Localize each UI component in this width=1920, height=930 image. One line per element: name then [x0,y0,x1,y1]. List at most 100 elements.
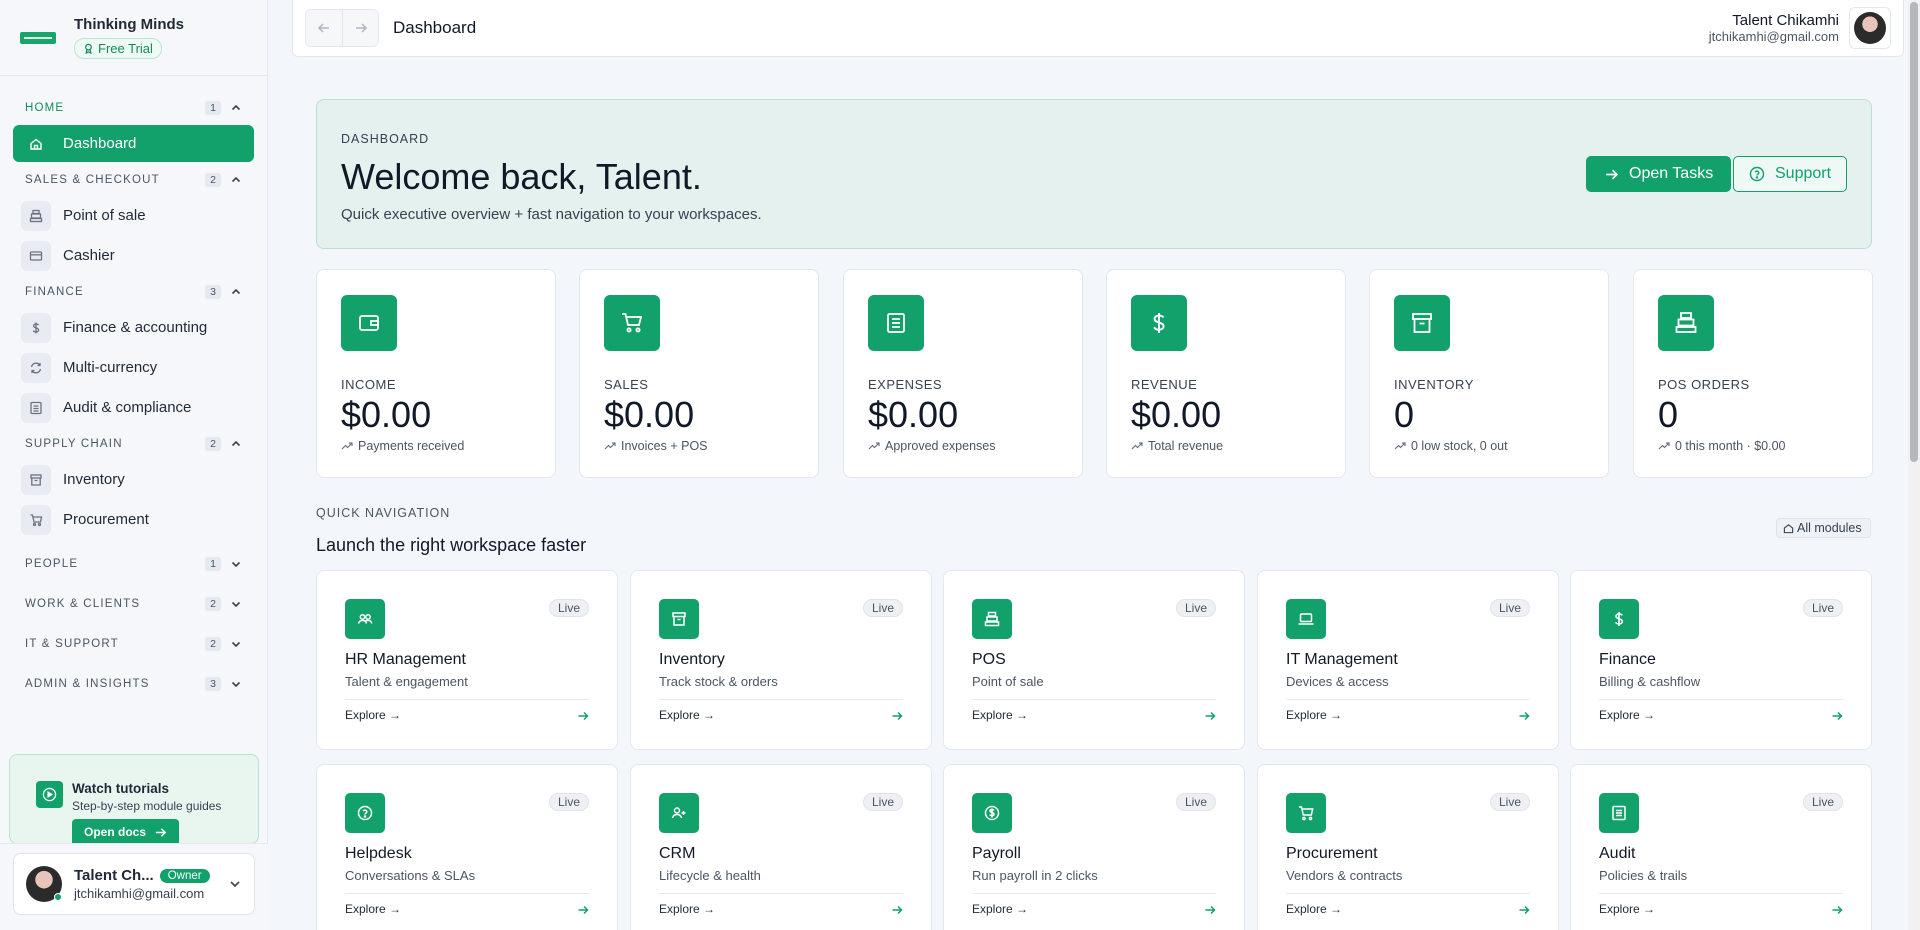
sidebar-item-procurement[interactable]: Procurement [13,501,254,538]
forward-button[interactable] [342,10,378,46]
module-card-payroll[interactable]: Live Payroll Run payroll in 2 clicks Exp… [943,764,1245,930]
nav-group-it-support[interactable]: IT & SUPPORT 2 [13,630,254,658]
scrollbar-thumb[interactable] [1910,2,1918,462]
arrow-right-icon[interactable] [1831,904,1843,916]
module-card-pos[interactable]: Live POS Point of sale Explore → [943,570,1245,750]
register-icon [21,200,51,231]
module-card-inventory[interactable]: Live Inventory Track stock & orders Expl… [630,570,932,750]
module-card-it-management[interactable]: Live IT Management Devices & access Expl… [1257,570,1559,750]
explore-link[interactable]: Explore → [972,708,1028,722]
explore-link[interactable]: Explore → [659,708,715,722]
module-card-crm[interactable]: Live CRM Lifecycle & health Explore → [630,764,932,930]
chevron-up-icon [230,286,242,298]
explore-link[interactable]: Explore → [345,708,401,722]
stat-note: 0 this month · $0.00 [1658,439,1785,453]
explore-link[interactable]: Explore → [1599,902,1655,916]
arrow-right-icon[interactable] [577,904,589,916]
sidebar-item-inventory[interactable]: Inventory [13,461,254,498]
stat-note: 0 low stock, 0 out [1394,439,1508,453]
nav-group-home[interactable]: HOME 1 [13,94,254,122]
sidebar-item-dashboard[interactable]: Dashboard [13,125,254,162]
back-button[interactable] [306,10,342,46]
home-icon [1783,523,1794,534]
divider [659,699,903,700]
module-card-finance[interactable]: Live Finance Billing & cashflow Explore … [1570,570,1872,750]
page-scrollbar[interactable] [1908,0,1920,930]
online-status-dot [54,893,62,901]
nav-group-supply-chain[interactable]: SUPPLY CHAIN 2 [13,430,254,458]
sidebar-nav: HOME 1 Dashboard SALES & CHECKOUT 2 Poin… [0,76,267,698]
sidebar-item-label: Inventory [63,471,125,488]
explore-link[interactable]: Explore → [1599,708,1655,722]
module-card-audit[interactable]: Live Audit Policies & trails Explore → [1570,764,1872,930]
arrow-right-icon[interactable] [577,710,589,722]
sidebar-item-point-of-sale[interactable]: Point of sale [13,197,254,234]
nav-group-admin-insights[interactable]: ADMIN & INSIGHTS 3 [13,670,254,698]
stat-card-revenue[interactable]: REVENUE $0.00 Total revenue [1106,269,1346,478]
nav-group-finance[interactable]: FINANCE 3 [13,278,254,306]
nav-group-work-clients[interactable]: WORK & CLIENTS 2 [13,590,254,618]
explore-link[interactable]: Explore → [1286,902,1342,916]
nav-group-title: SALES & CHECKOUT [25,174,160,186]
stat-note: Invoices + POS [604,439,708,453]
arrow-right-icon[interactable] [1204,904,1216,916]
trend-up-icon [604,440,616,452]
arrow-right-icon[interactable] [1204,710,1216,722]
chevron-down-icon [230,638,242,650]
module-card-procurement[interactable]: Live Procurement Vendors & contracts Exp… [1257,764,1559,930]
explore-link[interactable]: Explore → [659,902,715,916]
arrow-right-icon[interactable] [1518,710,1530,722]
sidebar-item-audit-compliance[interactable]: Audit & compliance [13,389,254,426]
trend-up-icon [868,440,880,452]
all-modules-button[interactable]: All modules [1776,518,1871,538]
module-subtitle: Lifecycle & health [659,868,761,883]
sidebar-item-cashier[interactable]: Cashier [13,237,254,274]
stat-value: 0 [1658,394,1679,435]
topbar-avatar-button[interactable] [1849,7,1891,49]
stat-label: INVENTORY [1394,377,1474,392]
module-title: Inventory [659,651,725,668]
divider [659,893,903,894]
home-icon [21,129,51,159]
arrow-right-icon[interactable] [891,710,903,722]
nav-group-people[interactable]: PEOPLE 1 [13,550,254,578]
stat-card-sales[interactable]: SALES $0.00 Invoices + POS [579,269,819,478]
chevron-down-icon [230,558,242,570]
status-badge: Live [1175,793,1216,811]
user-menu[interactable]: Talent Ch... Owner jtchikamhi@gmail.com [13,853,255,915]
open-docs-button[interactable]: Open docs [72,819,180,845]
module-card-hr[interactable]: Live HR Management Talent & engagement E… [316,570,618,750]
nav-group-sales[interactable]: SALES & CHECKOUT 2 [13,166,254,194]
module-title: Audit [1599,845,1636,862]
nav-group-count: 3 [205,677,221,691]
divider [972,893,1216,894]
status-badge: Live [1802,599,1843,617]
archive-icon [659,599,699,639]
support-button[interactable]: Support [1733,156,1848,192]
brand[interactable]: Thinking Minds Free Trial [0,0,267,76]
topbar-user: Talent Chikamhi jtchikamhi@gmail.com [1709,12,1839,44]
nav-group-count: 2 [205,173,221,187]
hero-title: Welcome back, Talent. [341,156,702,197]
stat-card-expenses[interactable]: EXPENSES $0.00 Approved expenses [843,269,1083,478]
module-title: IT Management [1286,651,1398,668]
sidebar-item-finance-accounting[interactable]: Finance & accounting [13,309,254,346]
arrow-right-icon[interactable] [1831,710,1843,722]
arrow-right-icon [1604,167,1619,182]
sidebar-item-multi-currency[interactable]: Multi-currency [13,349,254,386]
sidebar-item-label: Multi-currency [63,359,158,376]
explore-link[interactable]: Explore → [972,902,1028,916]
arrow-right-icon[interactable] [891,904,903,916]
stat-card-inventory[interactable]: INVENTORY 0 0 low stock, 0 out [1369,269,1609,478]
arrow-right-icon[interactable] [1518,904,1530,916]
ledger-icon [21,392,51,423]
stat-card-pos-orders[interactable]: POS ORDERS 0 0 this month · $0.00 [1633,269,1873,478]
register-icon [1658,295,1714,351]
explore-link[interactable]: Explore → [345,902,401,916]
role-badge: Owner [159,868,210,883]
open-tasks-button[interactable]: Open Tasks [1586,156,1732,192]
module-card-helpdesk[interactable]: Live Helpdesk Conversations & SLAs Explo… [316,764,618,930]
explore-link[interactable]: Explore → [1286,708,1342,722]
hero-eyebrow: DASHBOARD [341,132,430,146]
stat-card-income[interactable]: INCOME $0.00 Payments received [316,269,556,478]
